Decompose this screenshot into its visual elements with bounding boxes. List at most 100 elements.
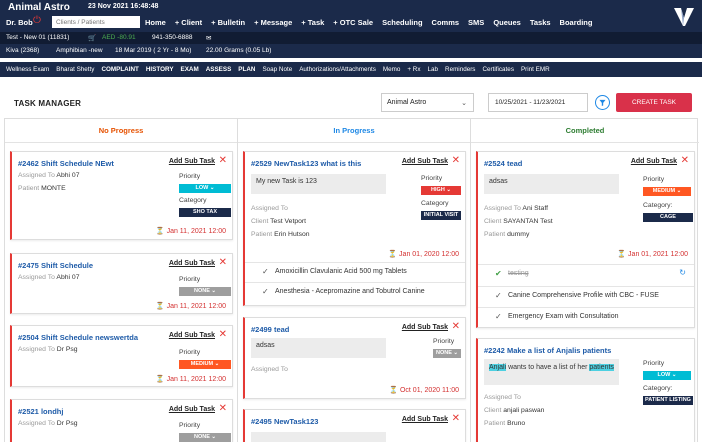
check-icon[interactable]: ✓ bbox=[262, 267, 269, 276]
nav-otc-sale[interactable]: + OTC Sale bbox=[333, 18, 373, 27]
pet-name[interactable]: Kiva (2368) bbox=[6, 47, 39, 54]
sub-task-item[interactable]: ✔ testing ↻ bbox=[478, 264, 694, 282]
menu-reminders[interactable]: Reminders bbox=[445, 66, 475, 73]
menu-rx[interactable]: + Rx bbox=[407, 66, 420, 73]
create-task-button[interactable]: CREATE TASK bbox=[616, 93, 692, 112]
sub-task-item[interactable]: ✓ Canine Comprehensive Profile with CBC … bbox=[478, 286, 694, 304]
task-card[interactable]: #2495 NewTask123 Add Sub Task ✕ bbox=[243, 409, 466, 442]
task-card[interactable]: #2499 tead Add Sub Task ✕ adsas Priority… bbox=[243, 317, 466, 399]
add-sub-task-button[interactable]: Add Sub Task bbox=[402, 158, 448, 165]
exam-type[interactable]: Wellness Exam bbox=[6, 66, 49, 73]
task-card[interactable]: #2524 tead Add Sub Task ✕ adsas Priority… bbox=[476, 151, 695, 328]
task-title[interactable]: #2524 tead bbox=[484, 159, 522, 168]
add-sub-task-button[interactable]: Add Sub Task bbox=[402, 416, 448, 423]
category-badge[interactable]: CAGE MANAGEMENT bbox=[643, 213, 693, 229]
task-title[interactable]: #2529 NewTask123 what is this bbox=[251, 159, 361, 168]
category-badge[interactable]: PATIENT LISTING bbox=[643, 396, 693, 405]
menu-soap-note[interactable]: Soap Note bbox=[262, 66, 292, 73]
nav-home[interactable]: Home bbox=[145, 18, 166, 27]
task-card[interactable]: #2529 NewTask123 what is this Add Sub Ta… bbox=[243, 151, 466, 306]
close-icon[interactable]: ✕ bbox=[681, 156, 689, 166]
nav-sms[interactable]: SMS bbox=[468, 18, 484, 27]
nav-tasks[interactable]: Tasks bbox=[530, 18, 551, 27]
task-description[interactable] bbox=[251, 432, 386, 442]
task-description[interactable]: adsas bbox=[484, 174, 619, 194]
close-icon[interactable]: ✕ bbox=[452, 156, 460, 166]
task-card[interactable]: #2242 Make a list of Anjalis patients An… bbox=[476, 338, 695, 442]
add-sub-task-button[interactable]: Add Sub Task bbox=[402, 324, 448, 331]
check-icon[interactable]: ✔ bbox=[495, 269, 502, 278]
priority-badge[interactable]: MEDIUM ⌄ bbox=[179, 360, 231, 369]
priority-badge[interactable]: NONE ⌄ bbox=[179, 287, 231, 296]
power-icon[interactable]: ⏻ bbox=[33, 16, 43, 26]
task-title[interactable]: #2504 Shift Schedule newswertda bbox=[18, 333, 138, 342]
add-sub-task-button[interactable]: Add Sub Task bbox=[631, 158, 677, 165]
priority-badge[interactable]: NONE ⌄ bbox=[179, 433, 231, 442]
menu-plan[interactable]: PLAN bbox=[238, 66, 255, 73]
menu-exam[interactable]: EXAM bbox=[181, 66, 199, 73]
task-card[interactable]: #2504 Shift Schedule newswertda Add Sub … bbox=[10, 325, 233, 387]
priority-badge[interactable]: LOW ⌄ bbox=[643, 371, 691, 380]
nav-queues[interactable]: Queues bbox=[493, 18, 521, 27]
priority-badge[interactable]: LOW ⌄ bbox=[179, 184, 231, 193]
task-card[interactable]: #2475 Shift Schedule Add Sub Task ✕ Assi… bbox=[10, 253, 233, 314]
nav-add-message[interactable]: + Message bbox=[254, 18, 292, 27]
priority-badge[interactable]: NONE ⌄ bbox=[433, 349, 461, 358]
task-title[interactable]: #2521 londhj bbox=[18, 407, 63, 416]
category-badge[interactable]: SHO TAX bbox=[179, 208, 231, 217]
menu-lab[interactable]: Lab bbox=[428, 66, 439, 73]
patient-id[interactable]: Test - New 01 (11831) bbox=[6, 34, 69, 41]
email-icon[interactable]: ✉ bbox=[206, 34, 211, 42]
check-icon[interactable]: ✓ bbox=[495, 312, 502, 321]
task-card[interactable]: #2462 Shift Schedule NEwt Add Sub Task ✕… bbox=[10, 151, 233, 240]
task-title[interactable]: #2242 Make a list of Anjalis patients bbox=[484, 346, 611, 355]
menu-certificates[interactable]: Certificates bbox=[482, 66, 514, 73]
add-sub-task-button[interactable]: Add Sub Task bbox=[169, 158, 215, 165]
close-icon[interactable]: ✕ bbox=[219, 258, 227, 268]
nav-scheduling[interactable]: Scheduling bbox=[382, 18, 422, 27]
nav-add-bulletin[interactable]: + Bulletin bbox=[211, 18, 245, 27]
task-title[interactable]: #2462 Shift Schedule NEwt bbox=[18, 159, 114, 168]
close-icon[interactable]: ✕ bbox=[452, 322, 460, 332]
search-input[interactable] bbox=[52, 16, 140, 28]
task-card[interactable]: #2521 londhj Add Sub Task ✕ Assigned To … bbox=[10, 399, 233, 442]
category-badge[interactable]: INITIAL VISIT bbox=[421, 211, 461, 220]
close-icon[interactable]: ✕ bbox=[219, 156, 227, 166]
priority-badge[interactable]: MEDIUM ⌄ bbox=[643, 187, 691, 196]
priority-badge[interactable]: HIGH ⌄ bbox=[421, 186, 461, 195]
task-description[interactable]: adsas bbox=[251, 338, 386, 358]
sub-task-item[interactable]: ✓ Anesthesia - Acepromazine and Tobutrol… bbox=[245, 282, 465, 300]
filter-icon[interactable] bbox=[595, 95, 610, 110]
menu-history[interactable]: HISTORY bbox=[146, 66, 174, 73]
menu-memo[interactable]: Memo bbox=[383, 66, 401, 73]
check-icon[interactable]: ✓ bbox=[495, 291, 502, 300]
add-sub-task-button[interactable]: Add Sub Task bbox=[169, 406, 215, 413]
nav-comms[interactable]: Comms bbox=[432, 18, 460, 27]
close-icon[interactable]: ✕ bbox=[219, 330, 227, 340]
user-name[interactable]: Dr. Bob bbox=[6, 18, 33, 27]
add-sub-task-button[interactable]: Add Sub Task bbox=[169, 260, 215, 267]
sub-task-item[interactable]: ✓ Emergency Exam with Consultation bbox=[478, 307, 694, 325]
date-range-input[interactable]: 10/25/2021 - 11/23/2021 bbox=[488, 93, 588, 112]
task-title[interactable]: #2475 Shift Schedule bbox=[18, 261, 93, 270]
task-description[interactable]: My new Task is 123 bbox=[251, 174, 386, 194]
menu-assess[interactable]: ASSESS bbox=[206, 66, 232, 73]
app-name[interactable]: Animal Astro bbox=[8, 2, 70, 13]
nav-boarding[interactable]: Boarding bbox=[560, 18, 593, 27]
close-icon[interactable]: ✕ bbox=[219, 404, 227, 414]
task-title[interactable]: #2499 tead bbox=[251, 325, 289, 334]
undo-icon[interactable]: ↻ bbox=[679, 268, 686, 277]
close-icon[interactable]: ✕ bbox=[452, 414, 460, 424]
task-description[interactable]: Anjali wants to have a list of her patie… bbox=[484, 359, 619, 385]
task-title[interactable]: #2495 NewTask123 bbox=[251, 417, 318, 426]
menu-authorizations[interactable]: Authorizations/Attachments bbox=[299, 66, 376, 73]
sub-task-item[interactable]: ✓ Amoxicillin Clavulanic Acid 500 mg Tab… bbox=[245, 262, 465, 280]
clinic-select[interactable]: Animal Astro ⌄ bbox=[381, 93, 474, 112]
menu-print-emr[interactable]: Print EMR bbox=[521, 66, 550, 73]
nav-add-task[interactable]: + Task bbox=[301, 18, 324, 27]
cart-icon[interactable]: 🛒 bbox=[88, 34, 96, 42]
check-icon[interactable]: ✓ bbox=[262, 287, 269, 296]
menu-complaint[interactable]: COMPLAINT bbox=[101, 66, 138, 73]
nav-add-client[interactable]: + Client bbox=[175, 18, 202, 27]
add-sub-task-button[interactable]: Add Sub Task bbox=[169, 332, 215, 339]
